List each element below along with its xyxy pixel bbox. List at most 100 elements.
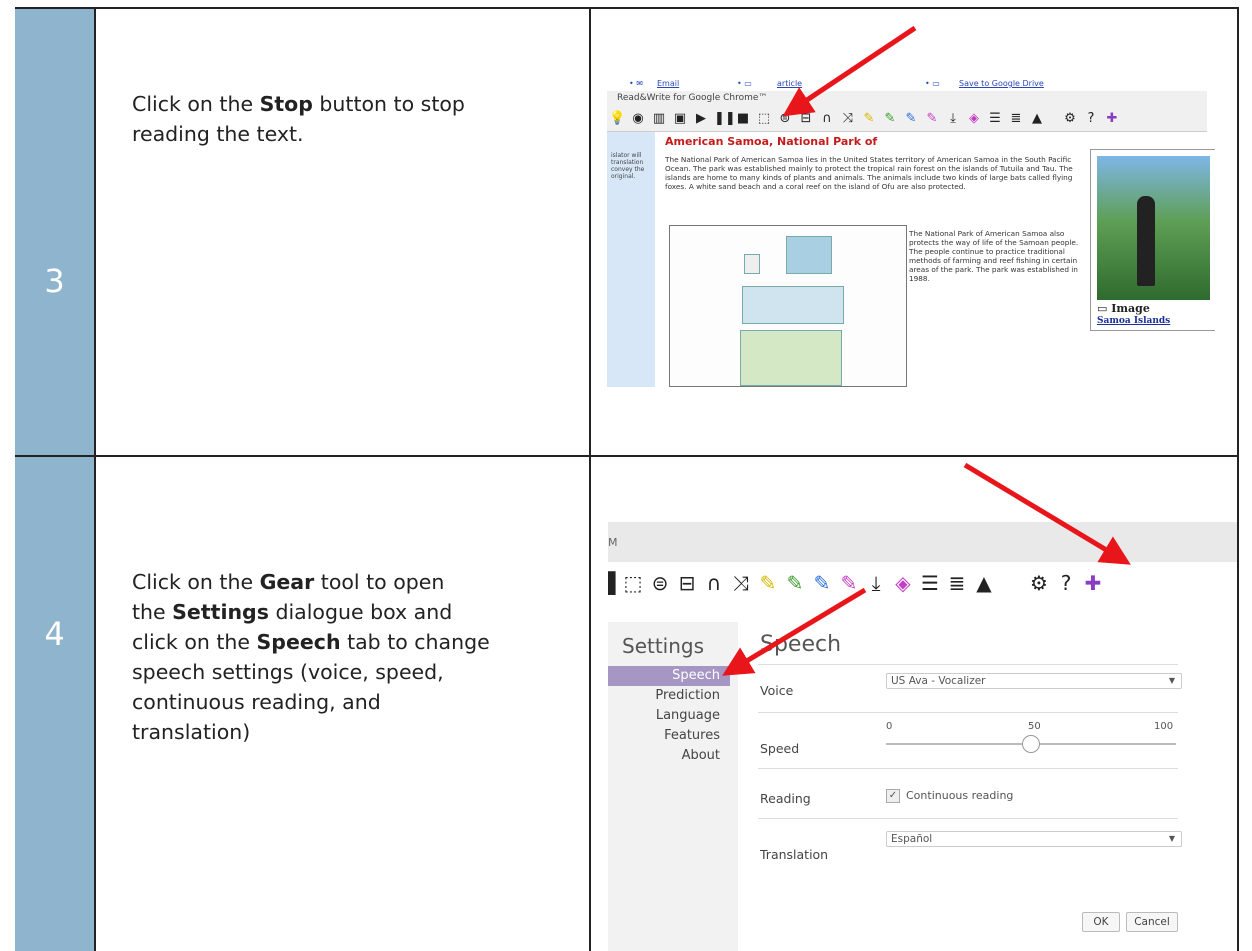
instruction-line: the Settings dialogue box and bbox=[132, 597, 490, 627]
vocabulary-icon[interactable]: ◈ bbox=[966, 111, 982, 127]
speed-slider-handle[interactable] bbox=[1022, 735, 1040, 753]
settings-dialog: Settings Speech Prediction Language Feat… bbox=[608, 622, 1238, 951]
help-icon[interactable]: ? bbox=[1083, 111, 1099, 127]
tab-prediction[interactable]: Prediction bbox=[608, 686, 730, 706]
simplify-icon[interactable]: ≣ bbox=[1008, 111, 1024, 127]
email-link[interactable]: Email bbox=[657, 79, 679, 88]
article-paragraph: The National Park of American Samoa lies… bbox=[665, 155, 1073, 191]
ok-button[interactable]: OK bbox=[1082, 912, 1120, 932]
extension-icon[interactable]: ✚ bbox=[1083, 571, 1103, 595]
samoa-islands-link[interactable]: Samoa Islands bbox=[1097, 316, 1170, 326]
highlight-collect-icon[interactable]: ⤓ bbox=[866, 571, 886, 595]
stop-icon[interactable]: ▌ bbox=[608, 571, 623, 595]
instruction-text: Click on the Stop button to stop reading… bbox=[132, 89, 465, 149]
highlighter-pink-icon[interactable]: ✎ bbox=[924, 111, 940, 127]
help-icon[interactable]: ? bbox=[1056, 571, 1076, 595]
list-icon[interactable]: ☰ bbox=[920, 571, 940, 595]
line-text: click on the bbox=[132, 630, 257, 654]
headphones-icon[interactable]: ∩ bbox=[819, 111, 835, 127]
audio-maker-icon[interactable]: ⊜ bbox=[777, 111, 793, 127]
book-icon[interactable]: ▥ bbox=[651, 111, 667, 127]
translation-row: Translation Español ▼ bbox=[758, 818, 1182, 869]
speed-tick-min: 0 bbox=[886, 721, 893, 732]
voice-value: US Ava - Vocalizer bbox=[891, 675, 986, 687]
backpack-icon[interactable]: ▲ bbox=[1029, 111, 1045, 127]
stop-icon[interactable]: ■ bbox=[735, 111, 751, 127]
voice-label: Voice bbox=[760, 683, 794, 698]
highlighter-green-icon[interactable]: ✎ bbox=[882, 111, 898, 127]
map-inset bbox=[786, 236, 832, 274]
reading-row: Reading ✓ Continuous reading bbox=[758, 768, 1178, 819]
screenshot-cell: • ✉ Email • ▭ article • ▭ Save to Google… bbox=[591, 7, 1239, 455]
speed-label: Speed bbox=[760, 741, 800, 756]
image-label: ▭ Image bbox=[1097, 302, 1150, 315]
tab-speech[interactable]: Speech bbox=[608, 666, 730, 686]
step-number: 4 bbox=[44, 615, 65, 653]
keyword-gear: Gear bbox=[259, 570, 315, 594]
person-silhouette bbox=[1137, 196, 1155, 286]
settings-gear-icon[interactable]: ⚙ bbox=[1062, 111, 1078, 127]
dictionary-icon[interactable]: ◉ bbox=[630, 111, 646, 127]
tab-about[interactable]: About bbox=[608, 746, 730, 766]
play-icon[interactable]: ▶ bbox=[693, 111, 709, 127]
continuous-reading-checkbox[interactable]: ✓ bbox=[886, 789, 900, 803]
audio-maker-icon[interactable]: ⊜ bbox=[650, 571, 670, 595]
table-border-number-col bbox=[94, 7, 96, 951]
keyword-speech: Speech bbox=[256, 630, 341, 654]
instruction-line: speech settings (voice, speed, bbox=[132, 657, 490, 687]
reading-label: Reading bbox=[760, 791, 811, 806]
picture-dictionary-icon[interactable]: ▣ bbox=[672, 111, 688, 127]
settings-sidebar: Settings Speech Prediction Language Feat… bbox=[608, 622, 738, 951]
voice-select[interactable]: US Ava - Vocalizer ▼ bbox=[886, 673, 1182, 689]
table-border-middle bbox=[589, 7, 591, 951]
table-border-right bbox=[1237, 7, 1239, 951]
translator-icon[interactable]: ⤨ bbox=[840, 111, 856, 127]
highlighter-yellow-icon[interactable]: ✎ bbox=[758, 571, 778, 595]
image-icon: ▭ bbox=[1097, 302, 1112, 315]
headphones-icon[interactable]: ∩ bbox=[704, 571, 724, 595]
article-link[interactable]: article bbox=[777, 79, 802, 88]
article-heading: American Samoa, National Park of bbox=[665, 135, 878, 148]
save-to-drive-link[interactable]: Save to Google Drive bbox=[959, 79, 1044, 88]
table-row-step-3: 3 Click on the Stop button to stop readi… bbox=[0, 7, 1252, 455]
screenshot-reader-icon[interactable]: ⬚ bbox=[756, 111, 772, 127]
screenshot-reader-icon[interactable]: ⬚ bbox=[623, 571, 643, 595]
title-fragment: M bbox=[608, 536, 618, 549]
continuous-reading-label: Continuous reading bbox=[906, 789, 1014, 802]
list-icon[interactable]: ☰ bbox=[987, 111, 1003, 127]
vocabulary-icon[interactable]: ◈ bbox=[893, 571, 913, 595]
tab-language[interactable]: Language bbox=[608, 706, 730, 726]
toolbar-icons: 💡 ◉ ▥ ▣ ▶ ❚❚ ■ ⬚ ⊜ ⊟ ∩ ⤨ ✎ ✎ ✎ ✎ ⤓ ◈ ☰ ≣… bbox=[609, 111, 1120, 129]
highlighter-yellow-icon[interactable]: ✎ bbox=[861, 111, 877, 127]
cancel-button[interactable]: Cancel bbox=[1126, 912, 1178, 932]
extension-icon[interactable]: ✚ bbox=[1104, 111, 1120, 127]
samoa-map-image bbox=[669, 225, 907, 387]
table-border-top bbox=[15, 7, 1239, 9]
highlighter-pink-icon[interactable]: ✎ bbox=[839, 571, 859, 595]
tab-features[interactable]: Features bbox=[608, 726, 730, 746]
lightbulb-icon[interactable]: 💡 bbox=[609, 111, 625, 127]
translation-label: Translation bbox=[760, 847, 829, 862]
speech-input-icon[interactable]: ⊟ bbox=[677, 571, 697, 595]
backpack-icon[interactable]: ▲ bbox=[974, 571, 994, 595]
highlighter-blue-icon[interactable]: ✎ bbox=[903, 111, 919, 127]
highlighter-green-icon[interactable]: ✎ bbox=[785, 571, 805, 595]
step-number-cell: 3 bbox=[15, 7, 96, 455]
samoa-photo bbox=[1097, 156, 1210, 300]
instruction-cell: Click on the Stop button to stop reading… bbox=[96, 7, 589, 455]
highlight-collect-icon[interactable]: ⤓ bbox=[945, 111, 961, 127]
line-text: Click on the bbox=[132, 570, 260, 594]
instruction-table: 3 Click on the Stop button to stop readi… bbox=[0, 0, 1252, 951]
line-text: reading the text. bbox=[132, 122, 304, 146]
speed-tick-max: 100 bbox=[1154, 721, 1174, 732]
pause-icon[interactable]: ❚❚ bbox=[714, 111, 736, 127]
settings-gear-icon[interactable]: ⚙ bbox=[1029, 571, 1049, 595]
article-photo-box: ▭ Image Samoa Islands bbox=[1090, 149, 1215, 331]
voice-row: Voice US Ava - Vocalizer ▼ bbox=[758, 664, 1182, 713]
translation-select[interactable]: Español ▼ bbox=[886, 831, 1182, 847]
highlighter-blue-icon[interactable]: ✎ bbox=[812, 571, 832, 595]
keyword-settings: Settings bbox=[172, 600, 269, 624]
translator-icon[interactable]: ⤨ bbox=[731, 571, 751, 595]
simplify-icon[interactable]: ≣ bbox=[947, 571, 967, 595]
speech-input-icon[interactable]: ⊟ bbox=[798, 111, 814, 127]
